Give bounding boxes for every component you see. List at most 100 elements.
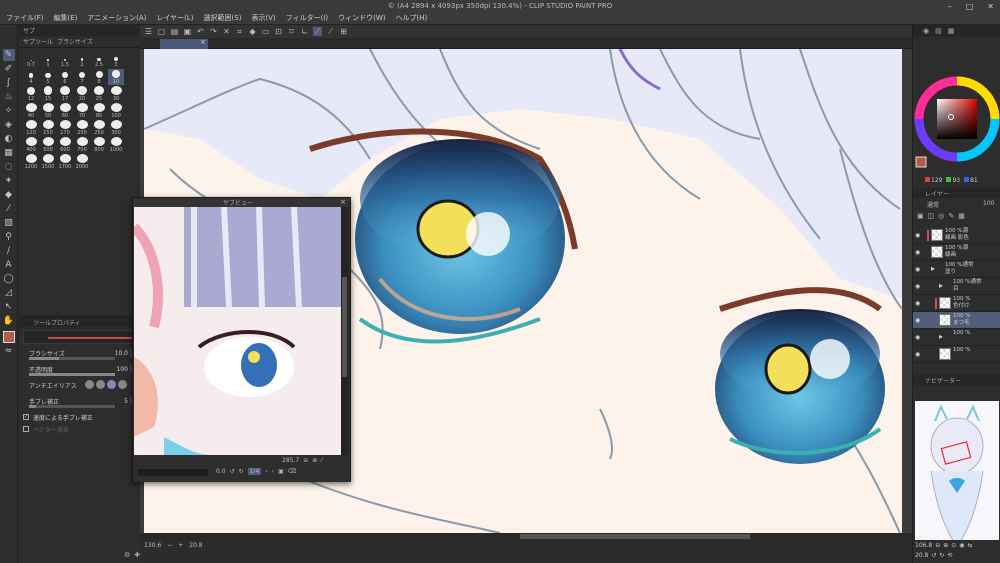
zoom-in-icon[interactable]: ⊕ (943, 542, 948, 549)
antialias-medium-option[interactable] (107, 380, 116, 389)
ruler-tool-icon[interactable]: ◿ (3, 287, 15, 299)
brush-size-slider[interactable] (29, 357, 115, 360)
menu-icon[interactable]: ☰ (144, 27, 153, 36)
speed-stabilization-checkbox[interactable]: ✓ 速度による手ブレ補正 (23, 411, 136, 423)
layer-row[interactable]: ◉ ▸ 100 % (913, 329, 1000, 346)
brush-tool-icon[interactable]: ʃ (3, 77, 15, 89)
maximize-button[interactable]: □ (966, 2, 974, 11)
subview-slider[interactable] (138, 469, 208, 476)
brush-size-option[interactable]: 50 (40, 103, 56, 119)
gradient-tool-icon[interactable]: ▨ (3, 217, 15, 229)
layer-row[interactable]: ◉ 100 % (913, 346, 1000, 363)
blend-tool-icon[interactable]: ◐ (3, 133, 15, 145)
subview-scrollbar[interactable] (341, 207, 348, 455)
menu-selection[interactable]: 選択範囲(S) (204, 13, 242, 23)
snap-special-ruler-icon[interactable]: ⟋ (313, 27, 322, 36)
brush-size-option[interactable]: 2000 (74, 154, 90, 170)
reference-icon[interactable]: ⊞ (339, 27, 348, 36)
crop-icon[interactable]: ⌑ (287, 27, 296, 36)
opacity-slider[interactable] (29, 373, 115, 376)
zoom-tool-icon[interactable]: ⚲ (3, 231, 15, 243)
status-angle[interactable]: 20.8 (189, 542, 202, 549)
text-tool-icon[interactable]: A (3, 259, 15, 271)
layer-thumbnail[interactable] (931, 229, 943, 241)
brush-size-option[interactable]: 400 (23, 137, 39, 153)
lasso-tool-icon[interactable]: ◌ (3, 161, 15, 173)
brush-size-option[interactable]: 800 (91, 137, 107, 153)
color-slider-tab-icon[interactable]: ▤ (935, 27, 942, 35)
brush-size-option[interactable]: 170 (57, 120, 73, 136)
brush-size-option[interactable]: 12 (23, 86, 39, 102)
color-wheel-tab-icon[interactable]: ◉ (923, 27, 929, 35)
close-icon[interactable]: × (340, 198, 346, 206)
folder-icon[interactable]: ▸ (939, 281, 949, 290)
navigator-angle-value[interactable]: 20.8 (915, 552, 928, 559)
layer-thumbnail[interactable] (931, 246, 943, 258)
brush-size-option[interactable]: 700 (74, 137, 90, 153)
brush-size-option[interactable]: 2 (74, 52, 90, 68)
menu-window[interactable]: ウィンドウ(W) (338, 13, 385, 23)
hand-tool-icon[interactable]: ✋ (3, 315, 15, 327)
eye-icon[interactable]: ◉ (915, 266, 920, 273)
antialias-weak-option[interactable] (96, 380, 105, 389)
actual-size-icon[interactable]: ◉ (959, 542, 964, 549)
subview-image[interactable] (134, 207, 341, 455)
brush-size-option[interactable]: 30 (108, 86, 124, 102)
new-file-icon[interactable]: ▢ (157, 27, 166, 36)
eyedropper-icon[interactable]: ⁄ (321, 457, 322, 464)
select-icon[interactable]: ▭ (261, 27, 270, 36)
eye-icon[interactable]: ◉ (915, 249, 920, 256)
reference-layer-icon[interactable]: ◎ (938, 212, 944, 220)
subview-scroll-thumb[interactable] (342, 277, 347, 377)
brush-size-option[interactable]: 10 (108, 69, 124, 85)
brush-size-option[interactable]: 7 (74, 69, 90, 85)
tab-brush-size[interactable]: ブラシサイズ (57, 37, 93, 46)
zoom-out-icon[interactable]: ⊖ (303, 457, 308, 464)
scroll-thumb[interactable] (520, 534, 750, 539)
opacity-value[interactable]: 100 (117, 366, 128, 373)
checkbox-checked-icon[interactable]: ✓ (23, 414, 29, 420)
tab-subtool[interactable]: サブツール (23, 37, 53, 46)
decoration-tool-icon[interactable]: ✧ (3, 105, 15, 117)
eye-icon[interactable]: ◉ (915, 300, 920, 307)
reset-rotate-icon[interactable]: ⟲ (947, 552, 952, 559)
prev-page-icon[interactable]: ‹ (265, 468, 267, 475)
zoom-in-icon[interactable]: ⊕ (312, 457, 317, 464)
brush-size-option[interactable]: 17 (57, 86, 73, 102)
brush-size-option[interactable]: 150 (40, 120, 56, 136)
layer-opacity-value[interactable]: 100 (983, 200, 994, 207)
brush-size-value[interactable]: 10.0 (115, 350, 128, 357)
fit-icon[interactable]: ⊙ (951, 542, 956, 549)
brush-size-option[interactable]: 1 (40, 52, 56, 68)
save-icon[interactable]: ▣ (183, 27, 192, 36)
brush-size-option[interactable]: 1700 (57, 154, 73, 170)
clear-icon[interactable]: ✕ (222, 27, 231, 36)
red-value[interactable]: 129 (931, 177, 942, 184)
stabilization-slider[interactable] (29, 405, 115, 408)
brush-size-option[interactable]: 1200 (23, 154, 39, 170)
balloon-tool-icon[interactable]: ◯ (3, 273, 15, 285)
layer-thumbnail[interactable] (939, 297, 951, 309)
antialias-none-option[interactable] (85, 380, 94, 389)
folder-icon[interactable]: ▸ (931, 264, 941, 273)
subview-zoom-value[interactable]: 285.7 (282, 457, 299, 464)
brush-size-option[interactable]: 70 (74, 103, 90, 119)
brush-size-option[interactable]: 120 (23, 120, 39, 136)
brush-size-option[interactable]: 300 (108, 120, 124, 136)
brush-size-option[interactable]: 80 (91, 103, 107, 119)
settings-icon[interactable]: ⚙ (124, 551, 130, 559)
stabilization-value[interactable]: 5 (124, 398, 128, 405)
layer-row[interactable]: ◉ 100 %潮 線画 (913, 244, 1000, 261)
deselect-icon[interactable]: ⊡ (274, 27, 283, 36)
checkbox-unchecked-icon[interactable] (23, 426, 29, 432)
import-icon[interactable]: ▣ (278, 468, 284, 475)
main-color-chip[interactable] (915, 156, 927, 168)
brush-size-option[interactable]: 1500 (40, 154, 56, 170)
brush-size-option[interactable]: 20 (74, 86, 90, 102)
blend-mode-select[interactable]: 通常 (927, 200, 939, 209)
draft-icon[interactable]: ✎ (948, 212, 954, 220)
brush-size-option[interactable]: 1.5 (57, 52, 73, 68)
eye-icon[interactable]: ◉ (915, 317, 920, 324)
color-set-tab-icon[interactable]: ▦ (948, 27, 955, 35)
brush-size-option[interactable]: 4 (23, 69, 39, 85)
